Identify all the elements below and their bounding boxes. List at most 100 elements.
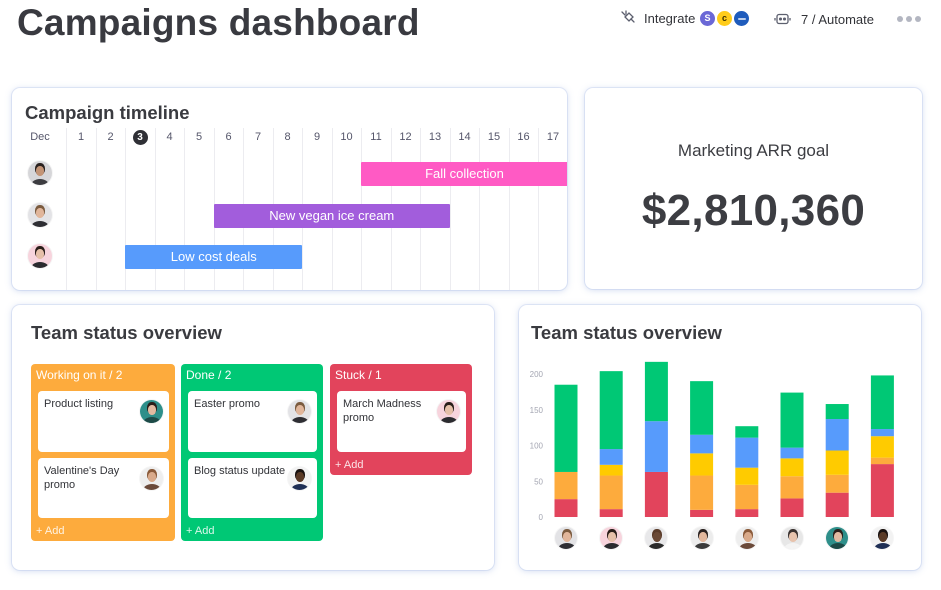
add-item-button[interactable]: + Add (36, 524, 64, 538)
bar-segment-yellow[interactable] (825, 450, 849, 475)
kanban-item[interactable]: Blog status update (188, 458, 317, 518)
avatar[interactable] (288, 467, 311, 490)
s-app-logo: S (700, 11, 715, 26)
bar-segment-red[interactable] (825, 492, 849, 517)
bar-segment-blue[interactable] (735, 437, 759, 468)
kanban-item-title: Blog status update (194, 465, 286, 477)
day-label: 12 (399, 131, 412, 143)
kanban-column-header: Done / 2 (186, 368, 232, 382)
day-label: 5 (195, 131, 203, 143)
day-label: 9 (313, 131, 321, 143)
x-axis-avatar[interactable] (600, 527, 623, 549)
x-axis-avatar[interactable] (826, 527, 849, 549)
day-label: 16 (517, 131, 530, 143)
bar-segment-red[interactable] (870, 464, 894, 517)
bar-segment-orange[interactable] (554, 471, 578, 500)
grid-line (95, 128, 97, 290)
bar-segment-yellow[interactable] (780, 458, 804, 477)
day-label: 13 (428, 131, 442, 143)
day-label: 7 (254, 131, 262, 143)
bar-segment-green[interactable] (644, 361, 668, 422)
day-label-today: 3 (132, 129, 148, 145)
marketing-arr-widget: Marketing ARR goal $2,810,360 (585, 88, 922, 289)
avatar[interactable] (28, 244, 52, 268)
team-status-kanban-widget: Team status overview Working on it / 2 P… (12, 305, 494, 570)
x-axis-avatar[interactable] (781, 527, 803, 549)
bar-segment-yellow[interactable] (870, 436, 894, 458)
bar-segment-orange[interactable] (825, 474, 849, 493)
bar-segment-red[interactable] (599, 509, 623, 517)
timeline-bar[interactable]: Fall collection (361, 162, 567, 186)
dot (906, 16, 912, 22)
avatar[interactable] (28, 161, 52, 185)
timeline-bar[interactable]: Low cost deals (125, 245, 303, 269)
kanban-item[interactable]: Valentine's Day promo (38, 458, 169, 518)
bar-segment-green[interactable] (690, 381, 714, 435)
bar-segment-green[interactable] (735, 426, 759, 438)
bar-segment-orange[interactable] (599, 475, 623, 510)
bar-segment-red[interactable] (644, 471, 668, 517)
add-item-button[interactable]: + Add (335, 458, 363, 472)
bar-segment-orange[interactable] (690, 475, 714, 510)
bar-segment-red[interactable] (780, 498, 804, 517)
bar-segment-orange[interactable] (735, 484, 759, 510)
bar-segment-yellow[interactable] (599, 464, 623, 476)
widget-title: Team status overview (31, 322, 222, 343)
avatar[interactable] (288, 400, 311, 423)
x-axis-avatar[interactable] (871, 527, 894, 549)
bar-segment-green[interactable] (554, 384, 578, 472)
avatar[interactable] (140, 467, 163, 490)
grid-line (508, 128, 510, 290)
x-axis-avatar[interactable] (555, 527, 577, 549)
bar-segment-red[interactable] (735, 509, 759, 517)
bar-segment-green[interactable] (599, 371, 623, 450)
add-item-button[interactable]: + Add (186, 524, 214, 538)
kanban-item-title: Easter promo (194, 398, 261, 410)
plug-icon[interactable] (620, 10, 636, 26)
avatar[interactable] (140, 400, 163, 423)
integrate-button[interactable]: Integrate (644, 11, 695, 27)
bar-segment-yellow[interactable] (735, 467, 759, 485)
x-axis-avatar[interactable] (645, 527, 668, 549)
bar-segment-blue[interactable] (644, 421, 668, 472)
kanban-column-stuck: Stuck / 1 March Madness promo + Add (330, 364, 472, 475)
bar-segment-blue[interactable] (825, 419, 849, 451)
s-app-logo-glyph: S (704, 13, 711, 23)
automate-button[interactable]: 7 / Automate (801, 12, 874, 28)
bar-segment-blue[interactable] (870, 429, 894, 437)
y-tick-label: 150 (530, 406, 544, 415)
blue-app-logo-glyph (737, 17, 746, 20)
day-label: 15 (487, 131, 501, 143)
avatar[interactable] (28, 203, 52, 227)
avatar[interactable] (437, 400, 460, 423)
robot-icon[interactable] (774, 12, 791, 26)
arr-label: Marketing ARR goal (677, 141, 830, 160)
bar-segment-green[interactable] (870, 375, 894, 430)
bar-segment-blue[interactable] (599, 449, 623, 465)
kanban-column-header: Working on it / 2 (36, 368, 123, 382)
kanban-item[interactable]: March Madness promo (337, 391, 466, 452)
day-label: 2 (107, 131, 114, 143)
kanban-item[interactable]: Easter promo (188, 391, 317, 452)
bar-segment-blue[interactable] (780, 447, 804, 459)
bar-segment-red[interactable] (554, 499, 578, 517)
c-app-logo: c (717, 11, 732, 26)
timeline-bar[interactable]: New vegan ice cream (213, 204, 450, 228)
day-label: 6 (225, 131, 232, 143)
grid-line (449, 128, 451, 290)
bar-segment-yellow[interactable] (690, 453, 714, 476)
bar-segment-blue[interactable] (690, 434, 714, 454)
bar-segment-orange[interactable] (870, 457, 894, 465)
x-axis-avatar[interactable] (735, 527, 758, 549)
bar-segment-green[interactable] (825, 404, 849, 420)
day-label: 11 (370, 131, 382, 143)
kanban-item[interactable]: Product listing (38, 391, 169, 452)
bar-segment-red[interactable] (690, 509, 714, 517)
more-dots-icon[interactable] (897, 16, 924, 24)
c-app-logo-glyph: c (721, 13, 727, 23)
day-label: 14 (458, 131, 471, 143)
dot (915, 16, 921, 22)
bar-segment-orange[interactable] (780, 476, 804, 499)
bar-segment-green[interactable] (780, 392, 804, 448)
x-axis-avatar[interactable] (690, 527, 713, 549)
